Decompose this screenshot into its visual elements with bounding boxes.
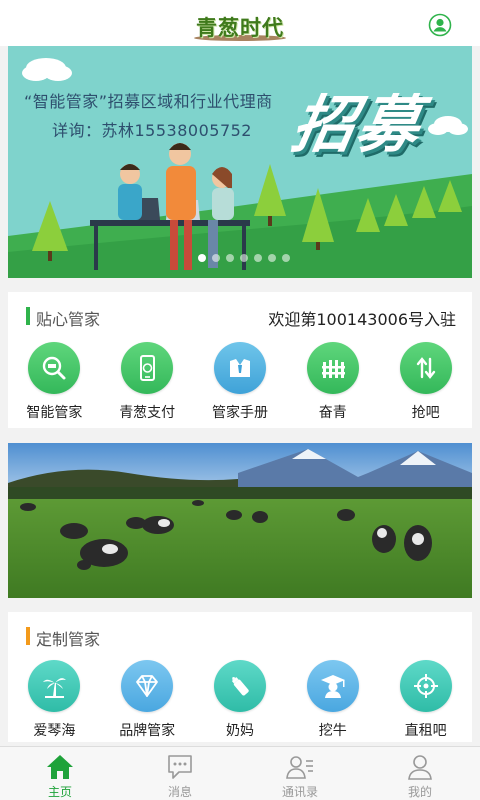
palm-tree-icon: [28, 660, 81, 712]
carousel-dots: [198, 254, 308, 264]
bottom-tab-bar: 主页 消息 通讯录 我的: [0, 746, 480, 800]
app-logo: 青葱时代: [188, 8, 292, 42]
feature-dig-talent[interactable]: 挖牛: [286, 660, 379, 740]
user-circle-icon[interactable]: [428, 13, 452, 37]
feature-label: 智能管家: [26, 405, 83, 421]
tab-label: 通讯录: [281, 785, 318, 799]
feature-direct-rent[interactable]: 直租吧: [379, 660, 472, 740]
feature-label: 奋青: [318, 405, 347, 421]
app-screen: 青葱时代 “智能管家”招募区域和行业代理商 详询：苏林15538005752 招…: [0, 0, 480, 800]
feature-label: 爱琴海: [33, 723, 76, 739]
home-icon: [47, 755, 73, 779]
feature-label: 抢吧: [411, 405, 440, 421]
welcome-text: 欢迎第100143006号入驻: [268, 310, 456, 329]
top-header: 青葱时代: [0, 0, 480, 46]
pasture-image: [8, 443, 472, 598]
logo-text: 青葱时代: [196, 15, 284, 40]
feature-label: 挖牛: [318, 723, 347, 739]
tab-contacts[interactable]: 通讯录: [240, 747, 360, 800]
banner-big-title: 招募: [286, 88, 428, 161]
fence-icon: [306, 342, 359, 394]
feature-label: 品牌管家: [119, 723, 176, 739]
section-custom: 定制管家 爱琴海 品牌管家 奶妈 挖牛 直租吧: [8, 612, 472, 742]
arrows-icon: [399, 342, 452, 394]
carousel-dot[interactable]: [198, 254, 206, 262]
chat-icon: [168, 755, 192, 779]
section-butler: 贴心管家 欢迎第100143006号入驻 智能管家 青葱支付 管家手册 奋青 抢…: [8, 292, 472, 428]
diamond-icon: [121, 660, 174, 712]
feature-youth[interactable]: 奋青: [286, 342, 379, 422]
feature-smart-butler[interactable]: 智能管家: [8, 342, 101, 422]
feature-nanny[interactable]: 奶妈: [194, 660, 287, 740]
carousel-dot[interactable]: [268, 254, 276, 262]
feature-handbook[interactable]: 管家手册: [194, 342, 287, 422]
feature-aegean[interactable]: 爱琴海: [8, 660, 101, 740]
tab-profile[interactable]: 我的: [360, 747, 480, 800]
feature-grid: 智能管家 青葱支付 管家手册 奋青 抢吧: [8, 342, 472, 422]
graduate-icon: [306, 660, 359, 712]
contacts-icon: [286, 756, 313, 779]
carousel-dot[interactable]: [282, 254, 290, 262]
tab-label: 消息: [167, 785, 192, 799]
carousel-dot[interactable]: [212, 254, 220, 262]
profile-icon: [408, 755, 432, 780]
target-icon: [399, 660, 452, 712]
banner-contact: 详询：苏林15538005752: [52, 121, 252, 140]
promo-banner[interactable]: “智能管家”招募区域和行业代理商 详询：苏林15538005752 招募: [8, 46, 472, 278]
carousel-dot[interactable]: [226, 254, 234, 262]
suit-icon: [213, 342, 266, 394]
feature-pay[interactable]: 青葱支付: [101, 342, 194, 422]
section-title: 贴心管家: [36, 310, 101, 329]
feature-label: 奶妈: [225, 723, 254, 739]
feature-label: 直租吧: [404, 723, 447, 739]
carousel-dot[interactable]: [254, 254, 262, 262]
tab-messages[interactable]: 消息: [120, 747, 240, 800]
banner-headline: “智能管家”招募区域和行业代理商: [24, 92, 273, 111]
tab-label: 主页: [47, 785, 72, 799]
tab-home[interactable]: 主页: [0, 747, 120, 800]
feature-label: 管家手册: [211, 405, 268, 421]
section-title: 定制管家: [36, 630, 101, 649]
bottle-icon: [213, 660, 266, 712]
feature-brand-butler[interactable]: 品牌管家: [101, 660, 194, 740]
feature-grab[interactable]: 抢吧: [379, 342, 472, 422]
feature-grid: 爱琴海 品牌管家 奶妈 挖牛 直租吧: [8, 660, 472, 740]
pasture-photo[interactable]: [8, 443, 472, 598]
phone-pay-icon: [121, 342, 174, 394]
tab-label: 我的: [407, 785, 432, 799]
carousel-dot[interactable]: [240, 254, 248, 262]
magnifier-icon: [28, 342, 81, 394]
feature-label: 青葱支付: [119, 405, 176, 421]
